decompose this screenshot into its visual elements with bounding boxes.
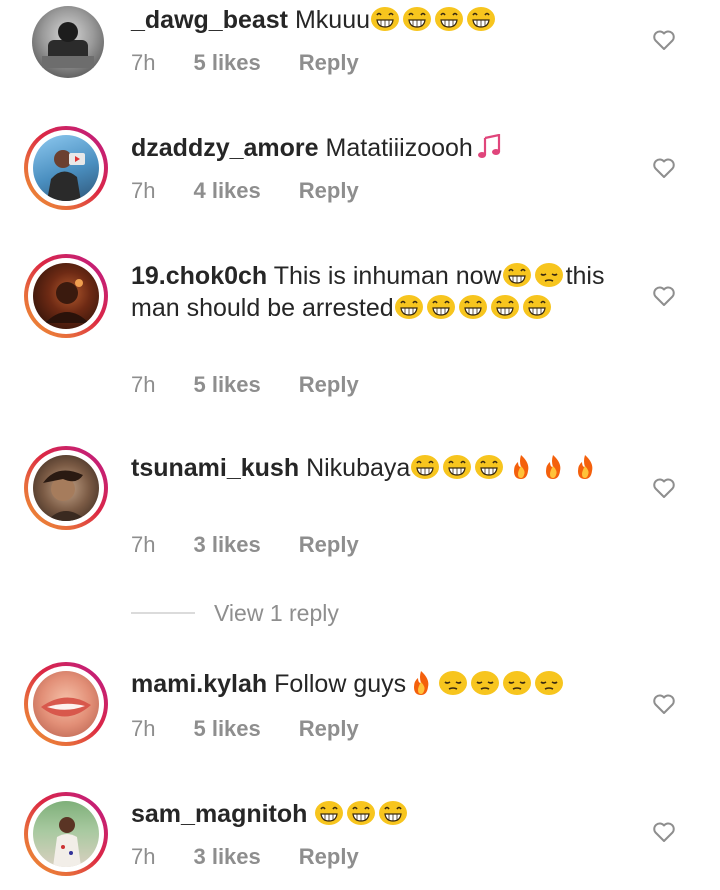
timestamp: 7h <box>131 178 156 203</box>
username[interactable]: sam_magnitoh <box>131 800 307 828</box>
heart-outline-icon[interactable] <box>652 476 676 500</box>
reply-button[interactable]: Reply <box>299 532 359 557</box>
heart-outline-icon[interactable] <box>652 156 676 180</box>
emoji-group <box>502 262 566 290</box>
musical-notes-icon <box>473 134 503 160</box>
reply-button[interactable]: Reply <box>299 50 359 75</box>
grinning-face-icon <box>394 294 424 320</box>
pensive-face-icon <box>438 670 468 696</box>
grinning-face-icon <box>442 454 472 480</box>
reply-button[interactable]: Reply <box>299 372 359 397</box>
comment-text: Matatiiizoooh <box>325 134 473 162</box>
divider <box>131 612 195 614</box>
likes-count[interactable]: 3 likes <box>193 844 260 869</box>
comment-meta: 7h 5 likes Reply <box>131 50 397 76</box>
timestamp: 7h <box>131 716 156 741</box>
heart-outline-icon[interactable] <box>652 820 676 844</box>
grinning-face-icon <box>466 6 496 32</box>
grinning-face-icon <box>410 454 440 480</box>
fire-icon <box>570 454 600 480</box>
reply-button[interactable]: Reply <box>299 844 359 869</box>
emoji-group <box>370 6 498 34</box>
timestamp: 7h <box>131 844 156 869</box>
timestamp: 7h <box>131 532 156 557</box>
grinning-face-icon <box>370 6 400 32</box>
grinning-face-icon <box>434 6 464 32</box>
comment-text: Follow guys <box>274 670 407 698</box>
avatar[interactable] <box>24 662 108 746</box>
comment-body: 19.chok0ch This is inhuman now this man s… <box>131 260 630 324</box>
fire-icon <box>538 454 568 480</box>
avatar[interactable] <box>32 6 104 78</box>
heart-outline-icon[interactable] <box>652 692 676 716</box>
grinning-face-icon <box>490 294 520 320</box>
avatar[interactable] <box>24 254 108 338</box>
heart-outline-icon[interactable] <box>652 28 676 52</box>
comment-body: tsunami_kush Nikubaya <box>131 452 630 484</box>
grinning-face-icon <box>458 294 488 320</box>
comment-body: mami.kylah Follow guys <box>131 668 630 700</box>
comment-meta: 7h 5 likes Reply <box>131 716 397 742</box>
grinning-face-icon <box>522 294 552 320</box>
reply-button[interactable]: Reply <box>299 716 359 741</box>
comment-body: _dawg_beast Mkuuu <box>131 4 630 36</box>
likes-count[interactable]: 4 likes <box>193 178 260 203</box>
comment-meta: 7h 4 likes Reply <box>131 178 397 204</box>
timestamp: 7h <box>131 50 156 75</box>
comment-text: Mkuuu <box>294 6 371 34</box>
username[interactable]: dzaddzy_amore <box>131 134 319 162</box>
fire-icon <box>506 454 536 480</box>
grinning-face-icon <box>402 6 432 32</box>
avatar[interactable] <box>24 126 108 210</box>
grinning-face-icon <box>474 454 504 480</box>
emoji-group <box>394 294 554 322</box>
pensive-face-icon <box>502 670 532 696</box>
pensive-face-icon <box>534 670 564 696</box>
username[interactable]: 19.chok0ch <box>131 262 267 290</box>
grinning-face-icon <box>426 294 456 320</box>
likes-count[interactable]: 5 likes <box>193 716 260 741</box>
username[interactable]: _dawg_beast <box>131 6 288 34</box>
grinning-face-icon <box>346 800 376 826</box>
emoji-group <box>314 800 410 828</box>
reply-button[interactable]: Reply <box>299 178 359 203</box>
emoji-group <box>473 134 505 162</box>
likes-count[interactable]: 5 likes <box>193 372 260 397</box>
view-replies-label[interactable]: View 1 reply <box>214 600 339 627</box>
heart-outline-icon[interactable] <box>652 284 676 308</box>
timestamp: 7h <box>131 372 156 397</box>
comment-meta: 7h 3 likes Reply <box>131 844 397 870</box>
likes-count[interactable]: 3 likes <box>193 532 260 557</box>
likes-count[interactable]: 5 likes <box>193 50 260 75</box>
fire-icon <box>406 670 436 696</box>
pensive-face-icon <box>534 262 564 288</box>
grinning-face-icon <box>314 800 344 826</box>
emoji-group <box>410 454 602 482</box>
avatar[interactable] <box>24 792 108 876</box>
comment-meta: 7h 3 likes Reply <box>131 532 397 558</box>
username[interactable]: mami.kylah <box>131 670 267 698</box>
comment-meta: 7h 5 likes Reply <box>131 372 397 398</box>
comment-text: Nikubaya <box>306 454 411 482</box>
username[interactable]: tsunami_kush <box>131 454 299 482</box>
avatar[interactable] <box>24 446 108 530</box>
comment-body: dzaddzy_amore Matatiiizoooh <box>131 132 630 164</box>
comment-body: sam_magnitoh <box>131 798 630 830</box>
grinning-face-icon <box>378 800 408 826</box>
grinning-face-icon <box>502 262 532 288</box>
pensive-face-icon <box>470 670 500 696</box>
comment-text: This is inhuman now <box>273 262 502 290</box>
emoji-group <box>406 670 566 698</box>
